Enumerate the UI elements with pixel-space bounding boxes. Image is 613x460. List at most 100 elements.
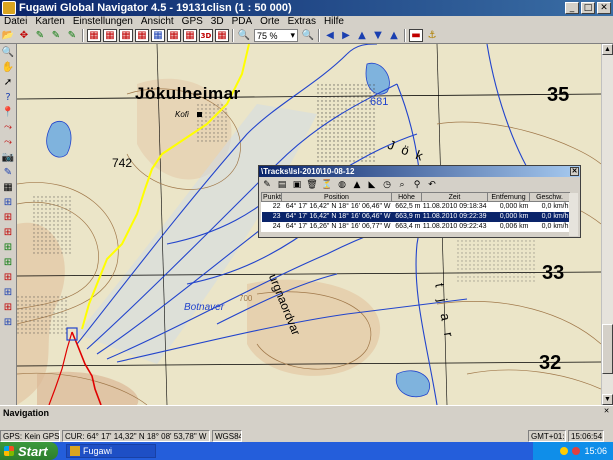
cell-geschw: 0,0 km/h [541, 203, 569, 211]
move-icon[interactable]: ✥ [17, 29, 31, 42]
track-copy-icon[interactable]: ▣ [291, 179, 303, 190]
3d-view-icon[interactable]: 3D [199, 29, 213, 42]
col-geschw[interactable]: Geschw. [529, 192, 570, 202]
menu-gps[interactable]: GPS [178, 16, 207, 28]
navigation-panel: Navigation ✕ [0, 405, 613, 430]
track-globe-icon[interactable]: ◍ [336, 179, 348, 190]
zoom-icon[interactable]: 🔍 [1, 46, 15, 59]
arrow-right-icon[interactable]: ▶ [339, 29, 353, 42]
scroll-down-icon[interactable]: ▼ [602, 394, 613, 405]
map-canvas[interactable]: Jökulheimar Kofi 681 742 700 Botnaver ur… [17, 44, 601, 405]
cell-position: 64° 17' 16,42" N 18° 16' 06,46" W [285, 203, 391, 211]
scroll-thumb[interactable] [602, 324, 613, 374]
track-link-icon[interactable]: ⚲ [411, 179, 423, 190]
hand-pan-icon[interactable]: ✋ [1, 61, 15, 74]
hut-label: Kofi [175, 110, 189, 119]
open-map-icon[interactable]: 📂 [1, 29, 15, 42]
fugawi-app-icon[interactable] [2, 1, 16, 15]
menu-orte[interactable]: Orte [256, 16, 283, 28]
node-tool-9-icon[interactable]: ⊞ [1, 316, 15, 329]
waypoint-icon[interactable]: 📍 [1, 106, 15, 119]
pen-icon[interactable]: ✎ [1, 166, 15, 179]
layer-5-icon[interactable]: ▦ [151, 29, 165, 42]
track-undo-icon[interactable]: ↶ [426, 179, 438, 190]
menu-ansicht[interactable]: Ansicht [137, 16, 178, 28]
col-punkt[interactable]: Punkt [261, 192, 282, 202]
waypoint-tool-icon[interactable]: ✎ [33, 29, 47, 42]
route-tool-icon[interactable]: ✎ [49, 29, 63, 42]
node-tool-5-icon[interactable]: ⊞ [1, 256, 15, 269]
tray-notification-icon[interactable] [560, 447, 569, 455]
track-delete-icon[interactable]: 🗑 [306, 179, 318, 190]
menu-extras[interactable]: Extras [284, 16, 320, 28]
col-entfernung[interactable]: Entfernung [487, 192, 530, 202]
arrow-left-icon[interactable]: ◀ [323, 29, 337, 42]
layer-1-icon[interactable]: ▦ [87, 29, 101, 42]
tracks-window[interactable]: \Tracks\Isl-2010\10-08-12 ✕ ✎ ▤ ▣ 🗑 ⏳ ◍ … [258, 165, 581, 238]
layer-4-icon[interactable]: ▦ [135, 29, 149, 42]
maximize-button[interactable]: □ [581, 2, 595, 14]
navigation-close-icon[interactable]: ✕ [602, 408, 611, 416]
layer-9-icon[interactable]: ▬ [409, 29, 423, 42]
zoom-in-icon[interactable]: 🔍 [237, 29, 251, 42]
menu-einstellungen[interactable]: Einstellungen [69, 16, 137, 28]
track-filter-icon[interactable]: ⏳ [321, 179, 333, 190]
pointer-icon[interactable]: ➚ [1, 76, 15, 89]
minimize-button[interactable]: _ [565, 2, 579, 14]
layer-7-icon[interactable]: ▦ [183, 29, 197, 42]
node-tool-8-icon[interactable]: ⊞ [1, 301, 15, 314]
layers-icon[interactable]: ▦ [1, 181, 15, 194]
arrow-down-icon[interactable]: ▼ [371, 29, 385, 42]
table-row[interactable]: 24 64° 17' 16,26" N 18° 16' 06,77" W 663… [262, 222, 570, 232]
track-tool-icon[interactable]: ✎ [65, 29, 79, 42]
track-edit-icon[interactable]: ✎ [261, 179, 273, 190]
node-tool-2-icon[interactable]: ⊞ [1, 211, 15, 224]
taskbar-item-fugawi[interactable]: Fugawi [66, 444, 156, 458]
toolbar-separator [318, 29, 320, 42]
layer-8-icon[interactable]: ▦ [215, 29, 229, 42]
menu-hilfe[interactable]: Hilfe [320, 16, 348, 28]
col-position[interactable]: Position [281, 192, 392, 202]
node-tool-3-icon[interactable]: ⊞ [1, 226, 15, 239]
taskbar-item-label: Fugawi [83, 446, 113, 456]
col-hoehe[interactable]: Höhe [391, 192, 422, 202]
track-properties-icon[interactable]: ▤ [276, 179, 288, 190]
help-icon[interactable]: ? [1, 91, 15, 104]
layer-6-icon[interactable]: ▦ [167, 29, 181, 42]
track-profile-icon[interactable]: ◣ [366, 179, 378, 190]
node-tool-4-icon[interactable]: ⊞ [1, 241, 15, 254]
tray-clock[interactable]: 15:06 [584, 446, 607, 456]
start-button[interactable]: Start [0, 442, 58, 460]
table-row[interactable]: 22 64° 17' 16,42" N 18° 16' 06,46" W 662… [262, 202, 570, 212]
col-zeit[interactable]: Zeit [421, 192, 488, 202]
tracks-close-icon[interactable]: ✕ [570, 167, 579, 176]
arrow-up-icon[interactable]: ▲ [355, 29, 369, 42]
height-742-label: 742 [112, 156, 133, 170]
menu-datei[interactable]: Datei [0, 16, 31, 28]
camera-icon[interactable]: 📷 [1, 151, 15, 164]
node-tool-6-icon[interactable]: ⊞ [1, 271, 15, 284]
track-icon[interactable]: ⤳ [1, 136, 15, 149]
menu-karten[interactable]: Karten [31, 16, 68, 28]
tracks-scrollbar[interactable] [569, 193, 578, 236]
track-zoom-icon[interactable]: ⌕ [396, 179, 408, 190]
node-tool-7-icon[interactable]: ⊞ [1, 286, 15, 299]
track-chart-icon[interactable]: ▲ [351, 179, 363, 190]
layer-2-icon[interactable]: ▦ [103, 29, 117, 42]
route-icon[interactable]: ⤳ [1, 121, 15, 134]
zoom-select[interactable]: 75 % ▾ [254, 29, 298, 42]
table-row-selected[interactable]: 23 64° 17' 16,42" N 18° 16' 06,46" W 663… [261, 211, 570, 222]
menu-3d[interactable]: 3D [207, 16, 228, 28]
map-vertical-scrollbar[interactable]: ▲ ▼ [601, 44, 613, 405]
track-clock-icon[interactable]: ◷ [381, 179, 393, 190]
tracks-window-titlebar[interactable]: \Tracks\Isl-2010\10-08-12 ✕ [259, 166, 580, 177]
menu-pda[interactable]: PDA [228, 16, 257, 28]
anchor-icon[interactable]: ⚓ [425, 29, 439, 42]
arrow-up-2-icon[interactable]: ▲ [387, 29, 401, 42]
layer-3-icon[interactable]: ▦ [119, 29, 133, 42]
close-button[interactable]: ✕ [597, 2, 611, 14]
tray-security-icon[interactable] [572, 447, 581, 455]
zoom-out-icon[interactable]: 🔍 [301, 29, 315, 42]
scroll-up-icon[interactable]: ▲ [602, 44, 613, 55]
node-tool-1-icon[interactable]: ⊞ [1, 196, 15, 209]
